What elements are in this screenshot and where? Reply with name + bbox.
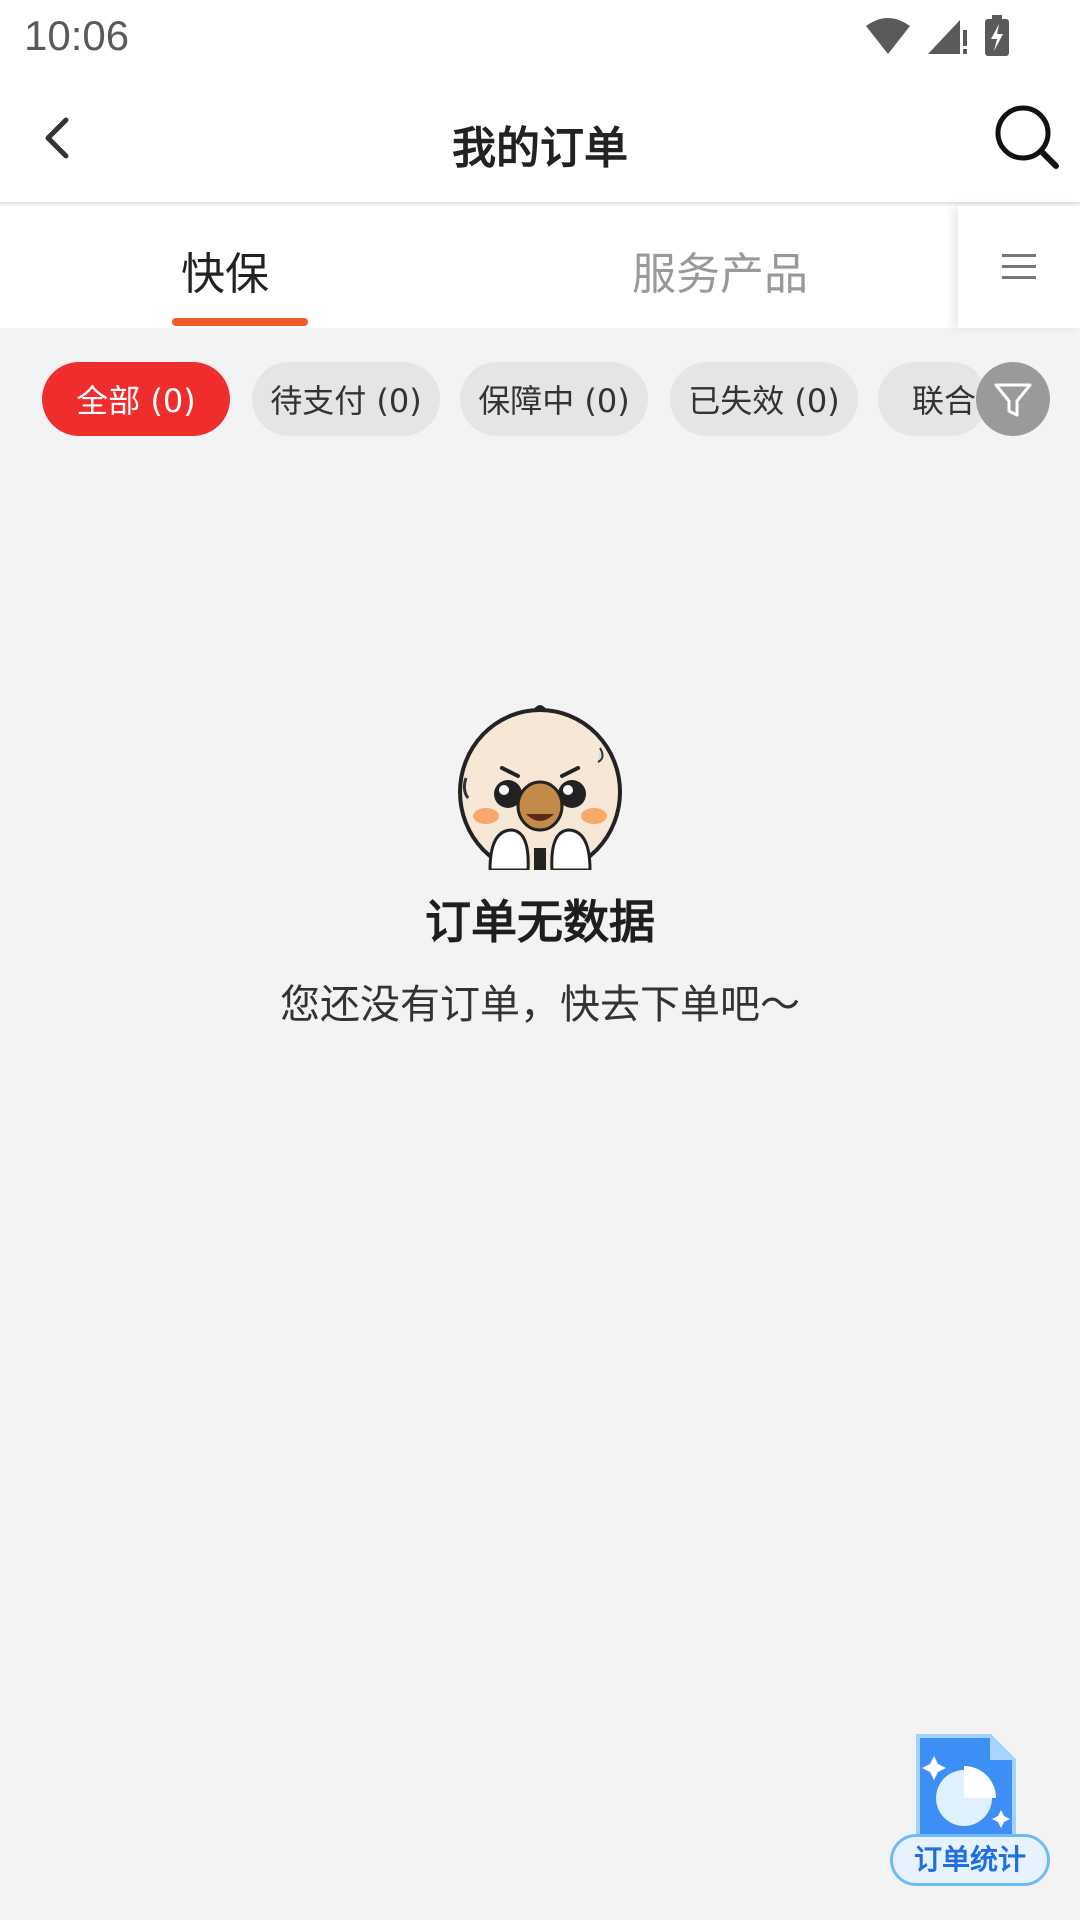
- menu-icon: [1002, 254, 1036, 279]
- chip-joint[interactable]: 联合: [878, 362, 988, 436]
- chip-all[interactable]: 全部 (0): [42, 362, 230, 436]
- battery-icon: [985, 15, 1009, 56]
- status-filter-chips: 全部 (0) 待支付 (0) 保障中 (0) 已失效 (0) 联合: [0, 362, 1080, 436]
- chip-expired[interactable]: 已失效 (0): [670, 362, 858, 436]
- header: 我的订单: [0, 72, 1080, 204]
- tab-active-indicator: [172, 318, 308, 326]
- order-stats-label: 订单统计: [890, 1834, 1050, 1886]
- status-icons: [864, 14, 1010, 58]
- chip-in-coverage[interactable]: 保障中 (0): [460, 362, 648, 436]
- chip-pending-payment[interactable]: 待支付 (0): [252, 362, 440, 436]
- wifi-icon: [866, 18, 910, 54]
- tab-bar: 快保 服务产品: [0, 206, 1080, 328]
- status-time: 10:06: [24, 12, 130, 59]
- pie-chart-icon: [916, 1734, 1016, 1840]
- tab-menu-button[interactable]: [958, 206, 1080, 328]
- status-bar: 10:06: [0, 0, 1080, 72]
- signal-icon: [928, 20, 967, 54]
- filter-button[interactable]: [976, 362, 1050, 436]
- order-stats-button[interactable]: 订单统计: [890, 1730, 1050, 1890]
- empty-title: 订单无数据: [425, 895, 655, 949]
- bird-mascot-icon: [458, 705, 622, 870]
- empty-description: 您还没有订单，快去下单吧～: [280, 982, 800, 1028]
- search-icon[interactable]: [992, 102, 1062, 172]
- filter-icon: [994, 383, 1032, 417]
- tab-service-products[interactable]: 服务产品: [600, 238, 840, 302]
- empty-state: 订单无数据 您还没有订单，快去下单吧～: [0, 680, 1080, 1030]
- page-title: 我的订单: [452, 123, 628, 174]
- tab-kuaibao[interactable]: 快保: [140, 238, 310, 302]
